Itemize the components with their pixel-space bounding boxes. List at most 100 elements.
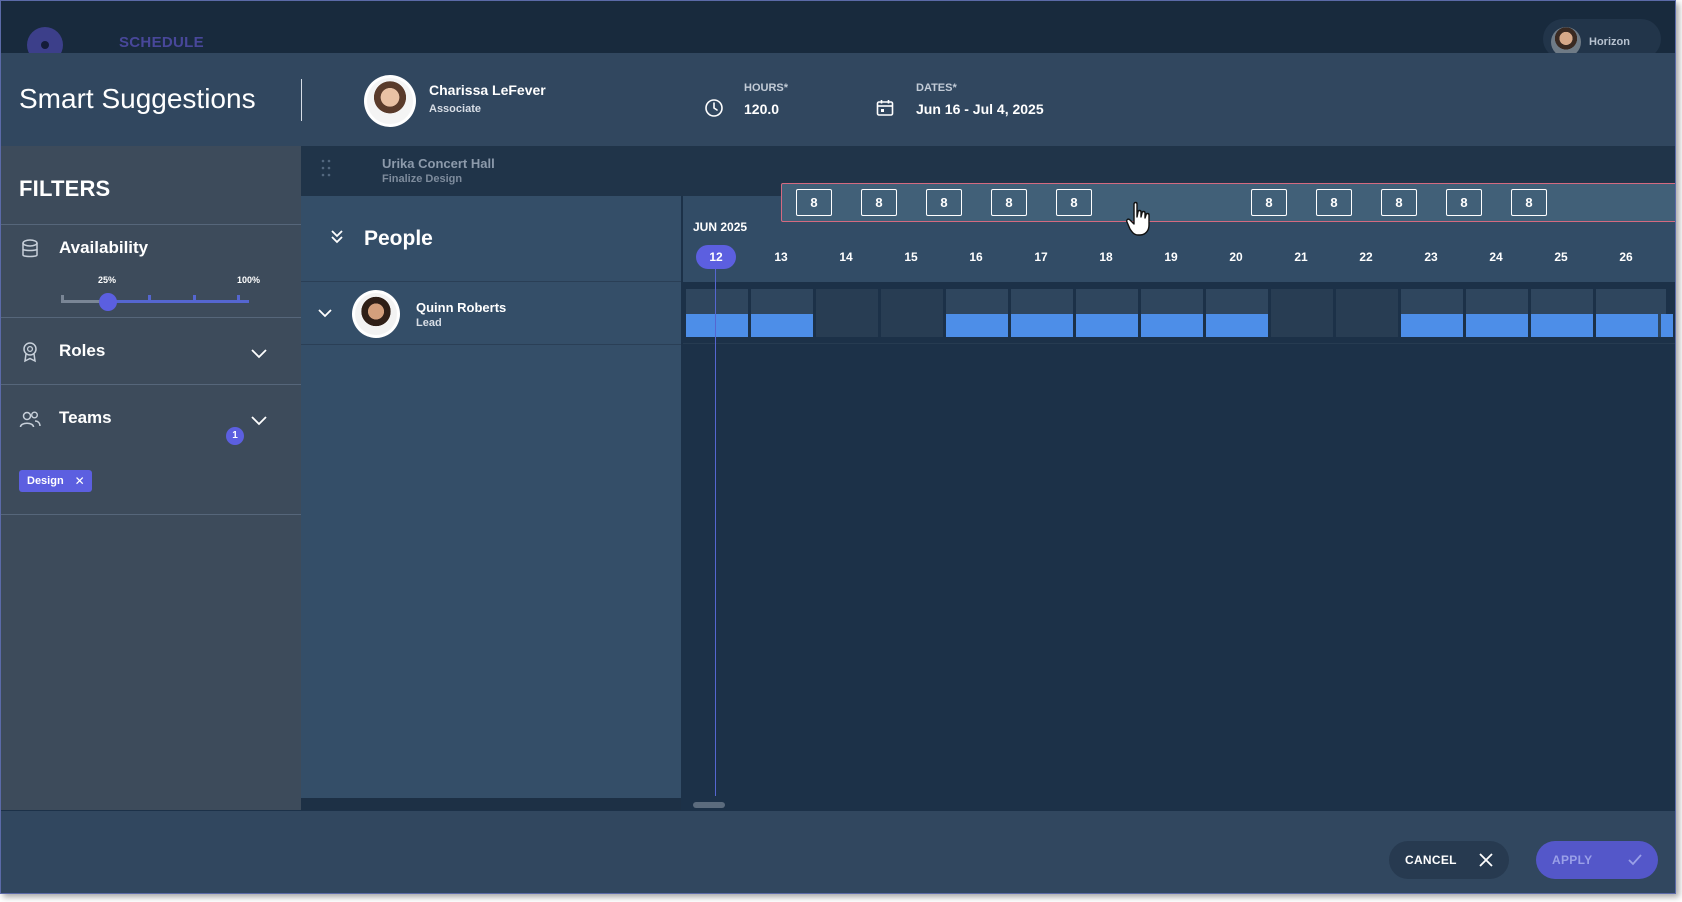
check-icon [1628, 854, 1642, 866]
close-icon[interactable]: ✕ [75, 470, 85, 492]
allocation-bar[interactable] [1531, 314, 1593, 337]
header-divider [301, 79, 302, 121]
modal-title: Smart Suggestions [19, 83, 256, 114]
drag-handle-icon[interactable] [321, 159, 331, 177]
day-label: 18 [1099, 250, 1113, 264]
people-panel [301, 146, 681, 801]
day-label: 15 [904, 250, 918, 264]
availability-label: Availability [59, 238, 149, 257]
allocation-bar[interactable] [1206, 314, 1268, 337]
day-label: 17 [1034, 250, 1048, 264]
badge-icon [23, 342, 37, 363]
suggested-hours-cell[interactable]: 8 [926, 189, 962, 216]
allocation-bar[interactable] [1401, 314, 1463, 337]
cancel-label: CANCEL [1405, 853, 1457, 867]
background-topbar: SCHEDULE Horizon [1, 1, 1675, 63]
roles-label[interactable]: Roles [59, 341, 105, 361]
filters-panel: FILTERS Availability 25% 100% Roles Team… [1, 146, 301, 810]
person-name: Charissa LeFever [429, 82, 546, 98]
teams-count-badge: 1 [226, 427, 244, 445]
collapse-all-icon[interactable] [329, 229, 345, 245]
schedule-cell[interactable] [881, 289, 943, 337]
project-task: Finalize Design [382, 173, 463, 185]
schedule-cell[interactable] [816, 289, 878, 337]
allocation-bar[interactable] [1596, 314, 1658, 337]
user-name: Horizon [1589, 36, 1630, 48]
day-label: 24 [1489, 250, 1503, 264]
allocation-bar[interactable] [1076, 314, 1138, 337]
suggested-hours-cell[interactable]: 8 [861, 189, 897, 216]
allocation-bar[interactable] [1141, 314, 1203, 337]
project-name: Urika Concert Hall [382, 156, 495, 171]
apply-button[interactable]: APPLY [1536, 841, 1658, 879]
divider [301, 281, 681, 282]
hand-cursor-icon [1126, 201, 1150, 236]
schedule-cell[interactable] [1271, 289, 1333, 337]
divider [301, 344, 681, 345]
filters-title: FILTERS [19, 176, 111, 201]
suggested-hours-cell[interactable]: 8 [1381, 189, 1417, 216]
chevron-down-icon[interactable] [318, 309, 332, 318]
day-label: 16 [969, 250, 983, 264]
chevron-down-icon[interactable] [251, 349, 267, 359]
nav-schedule[interactable]: SCHEDULE [119, 34, 204, 51]
cancel-button[interactable]: CANCEL [1389, 841, 1509, 879]
allocation-bar[interactable] [1466, 314, 1528, 337]
day-label: 26 [1619, 250, 1633, 264]
today-marker-line [715, 269, 716, 796]
dates-value[interactable]: Jun 16 - Jul 4, 2025 [916, 101, 1044, 117]
database-icon [22, 239, 38, 258]
slider-min-label: 25% [98, 275, 117, 285]
chip-label: Design [27, 475, 64, 487]
horizontal-scrollbar[interactable] [693, 802, 725, 808]
apply-label: APPLY [1552, 853, 1593, 867]
suggested-hours-cell[interactable]: 8 [1316, 189, 1352, 216]
horizontal-scrollbar-track [301, 798, 681, 810]
suggested-hours-cell[interactable]: 8 [1056, 189, 1092, 216]
teams-label[interactable]: Teams [59, 408, 112, 428]
hours-label: HOURS* [744, 82, 789, 94]
allocation-bar[interactable] [686, 314, 748, 337]
allocation-bar[interactable] [751, 314, 813, 337]
suggested-hours-cell[interactable]: 8 [1251, 189, 1287, 216]
day-label: 19 [1164, 250, 1178, 264]
person-avatar [352, 290, 400, 338]
suggested-hours-cell[interactable]: 8 [1511, 189, 1547, 216]
slider-max-label: 100% [237, 275, 261, 285]
clock-icon [705, 99, 723, 117]
suggested-hours-cell[interactable]: 8 [1446, 189, 1482, 216]
divider [1, 384, 301, 385]
suggested-hours-cell[interactable]: 8 [796, 189, 832, 216]
day-label: 25 [1554, 250, 1568, 264]
person-row-name[interactable]: Quinn Roberts [416, 300, 506, 315]
chevron-down-icon[interactable] [251, 416, 267, 426]
divider [683, 343, 1675, 344]
allocation-bar[interactable] [946, 314, 1008, 337]
app-window: SCHEDULE Horizon Smart Suggestions Chari… [0, 0, 1676, 894]
divider [1, 317, 301, 318]
allocation-bar[interactable] [1661, 314, 1673, 337]
dates-label: DATES* [916, 82, 957, 94]
slider-tick [148, 295, 151, 303]
person-avatar [364, 75, 416, 127]
slider-tick [237, 295, 240, 303]
availability-slider-handle[interactable] [99, 293, 117, 311]
people-section-title: People [364, 227, 433, 250]
person-row-role: Lead [416, 317, 442, 329]
day-label: 23 [1424, 250, 1438, 264]
suggested-hours-cell[interactable]: 8 [991, 189, 1027, 216]
allocation-bar[interactable] [1011, 314, 1073, 337]
schedule-cell[interactable] [1336, 289, 1398, 337]
day-today[interactable]: 12 [696, 245, 736, 269]
hours-value[interactable]: 120.0 [744, 101, 779, 117]
day-label: 21 [1294, 250, 1308, 264]
team-chip-design[interactable]: Design ✕ [19, 470, 92, 492]
divider [1, 224, 301, 225]
users-icon [19, 411, 41, 428]
slider-tick [61, 295, 64, 303]
slider-tick [193, 295, 196, 303]
divider [1, 514, 301, 515]
modal-header: Smart Suggestions Charissa LeFever Assoc… [1, 53, 1675, 146]
day-label: 13 [774, 250, 788, 264]
day-label: 20 [1229, 250, 1243, 264]
